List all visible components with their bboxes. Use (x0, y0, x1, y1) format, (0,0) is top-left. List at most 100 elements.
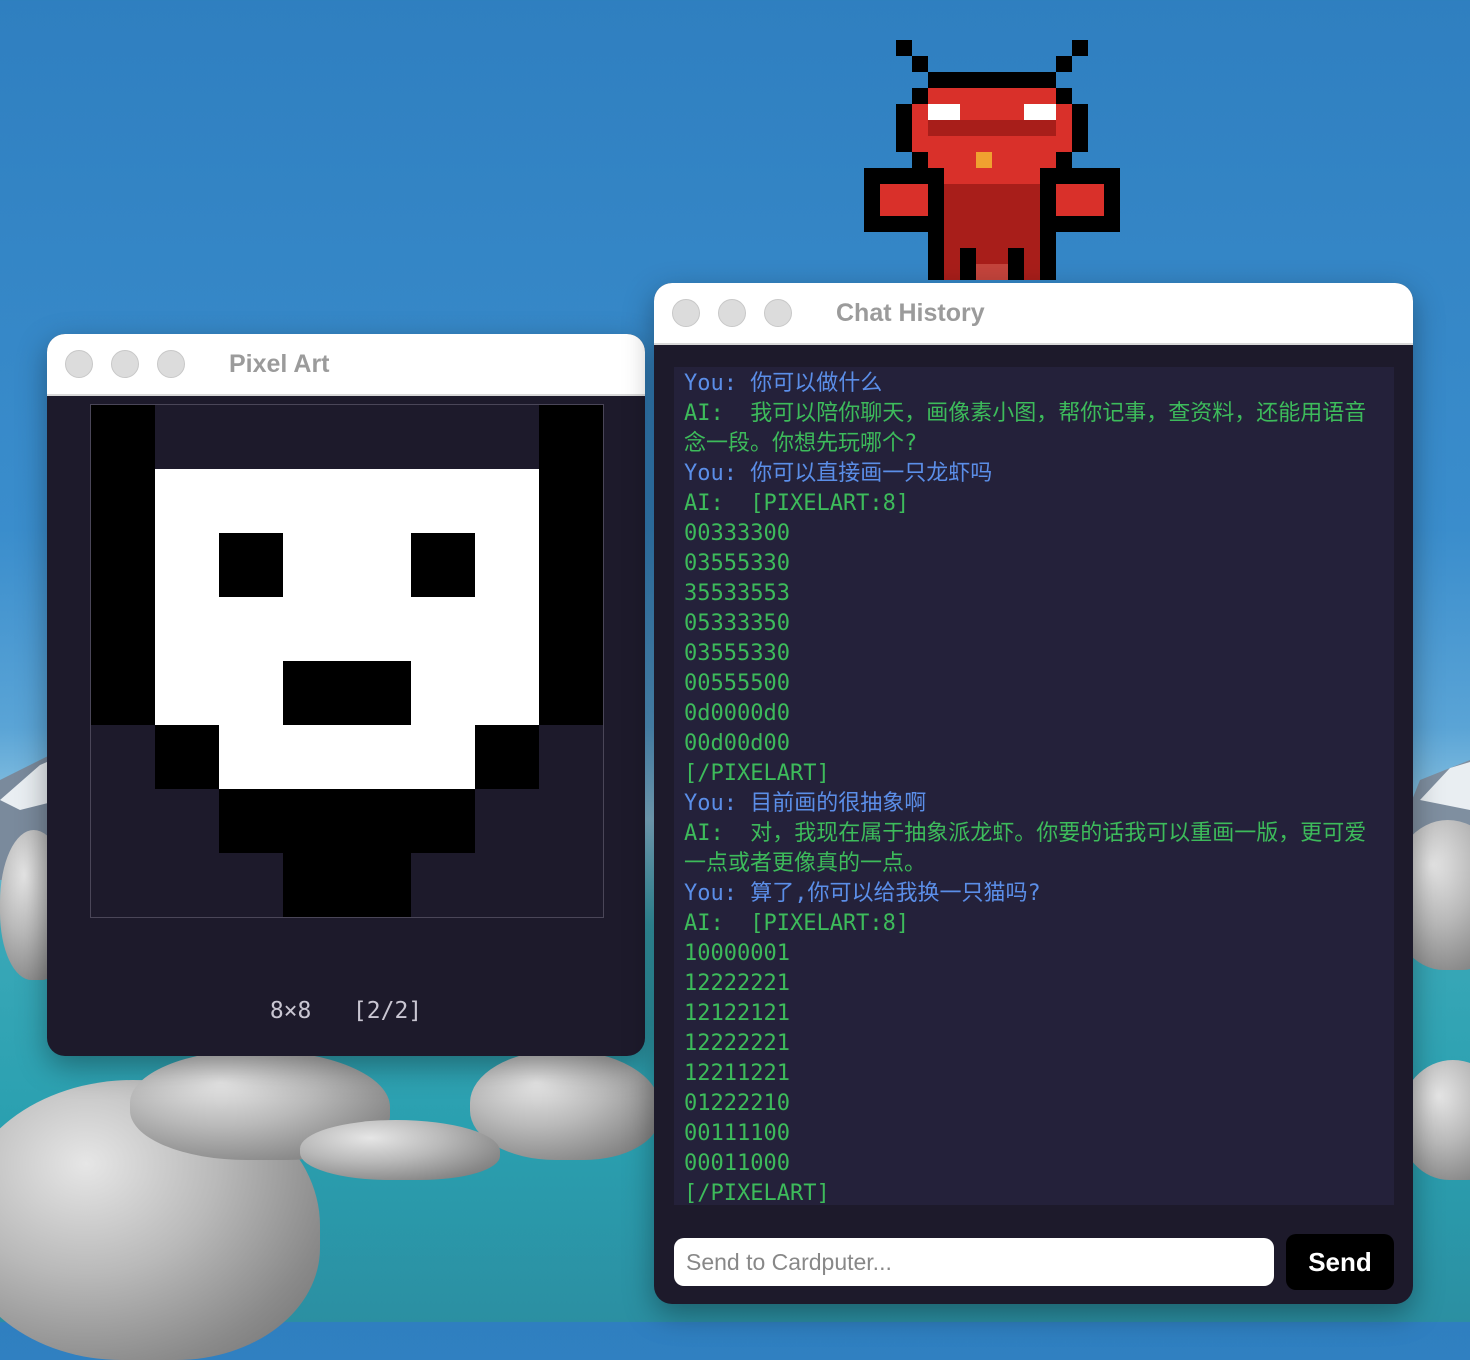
lobster-mascot-sprite[interactable] (864, 40, 1120, 280)
sprite-pixel (1088, 40, 1104, 56)
sprite-pixel (880, 216, 896, 232)
sprite-pixel (992, 232, 1008, 248)
pixel-cell (347, 405, 411, 469)
pixel-cell (91, 533, 155, 597)
sprite-pixel (976, 200, 992, 216)
sprite-pixel (944, 56, 960, 72)
sprite-pixel (928, 40, 944, 56)
sprite-pixel (1072, 168, 1088, 184)
sprite-pixel (1040, 168, 1056, 184)
sprite-pixel (1088, 248, 1104, 264)
sprite-pixel (960, 232, 976, 248)
pixel-cell (219, 405, 283, 469)
sprite-pixel (896, 232, 912, 248)
sprite-pixel (1072, 184, 1088, 200)
sprite-pixel (1024, 184, 1040, 200)
user-message: You: 目前画的很抽象啊 (684, 791, 927, 816)
ai-message: [/PIXELART] (684, 1181, 830, 1205)
minimize-button[interactable] (718, 299, 746, 327)
sprite-pixel (880, 168, 896, 184)
grid-size-label: 8×8 (269, 998, 312, 1024)
sprite-pixel (912, 120, 928, 136)
sprite-pixel (1008, 216, 1024, 232)
sprite-pixel (960, 40, 976, 56)
sprite-pixel (896, 184, 912, 200)
pixel-cell (155, 597, 219, 661)
sprite-pixel (1040, 184, 1056, 200)
sprite-pixel (1056, 216, 1072, 232)
zoom-button[interactable] (157, 350, 185, 378)
pixel-cell (283, 597, 347, 661)
sprite-pixel (976, 40, 992, 56)
pixel-cell (347, 853, 411, 917)
sprite-pixel (944, 120, 960, 136)
sprite-pixel (880, 88, 896, 104)
sprite-pixel (912, 56, 928, 72)
sprite-pixel (880, 136, 896, 152)
sprite-pixel (928, 72, 944, 88)
message-input[interactable] (674, 1238, 1274, 1286)
sprite-pixel (928, 168, 944, 184)
pixel-cell (155, 789, 219, 853)
chat-history-window[interactable]: Chat History You: 你可以做什么 AI: 我可以陪你聊天，画像素小… (654, 283, 1413, 1304)
sprite-pixel (896, 88, 912, 104)
pixel-cell (91, 853, 155, 917)
sprite-pixel (992, 216, 1008, 232)
pixel-cell (411, 853, 475, 917)
window-title: Chat History (836, 298, 985, 327)
ai-message: 00011000 (684, 1151, 790, 1176)
sprite-pixel (912, 40, 928, 56)
sprite-pixel (1056, 40, 1072, 56)
sprite-pixel (944, 232, 960, 248)
sprite-pixel (896, 56, 912, 72)
sprite-pixel (1040, 40, 1056, 56)
pixel-cell (155, 853, 219, 917)
pixel-cell (91, 661, 155, 725)
sprite-pixel (1088, 216, 1104, 232)
sprite-pixel (1072, 72, 1088, 88)
pixel-art-window[interactable]: Pixel Art 8×8 [2/2] (47, 334, 645, 1056)
sprite-pixel (976, 72, 992, 88)
pixel-cell (219, 789, 283, 853)
ai-message: 35533553 (684, 581, 790, 606)
sprite-pixel (1040, 56, 1056, 72)
pixel-cell (475, 725, 539, 789)
pixel-cell (155, 725, 219, 789)
chat-log[interactable]: You: 你可以做什么 AI: 我可以陪你聊天，画像素小图，帮你记事，查资料，还能… (674, 367, 1394, 1205)
minimize-button[interactable] (111, 350, 139, 378)
sprite-pixel (1104, 184, 1120, 200)
sprite-pixel (928, 56, 944, 72)
sprite-pixel (1040, 120, 1056, 136)
send-button[interactable]: Send (1286, 1234, 1394, 1290)
sprite-pixel (1072, 120, 1088, 136)
sprite-pixel (880, 200, 896, 216)
sprite-pixel (912, 136, 928, 152)
sprite-pixel (1024, 152, 1040, 168)
pixel-art-titlebar[interactable]: Pixel Art (47, 334, 645, 396)
sprite-pixel (960, 120, 976, 136)
sprite-pixel (1024, 88, 1040, 104)
sprite-pixel (864, 104, 880, 120)
pixel-cell (219, 597, 283, 661)
sprite-pixel (1008, 264, 1024, 280)
sprite-pixel (1072, 104, 1088, 120)
sprite-pixel (928, 248, 944, 264)
pixel-cell (91, 469, 155, 533)
sprite-pixel (960, 56, 976, 72)
close-button[interactable] (65, 350, 93, 378)
sprite-pixel (992, 264, 1008, 280)
sprite-pixel (1088, 136, 1104, 152)
sprite-pixel (976, 184, 992, 200)
sprite-pixel (1024, 168, 1040, 184)
chat-titlebar[interactable]: Chat History (654, 283, 1413, 345)
ai-message: AI: [PIXELART:8] (684, 911, 910, 936)
sprite-pixel (912, 232, 928, 248)
sprite-pixel (896, 152, 912, 168)
pixel-cell (347, 469, 411, 533)
boulder (300, 1120, 500, 1180)
zoom-button[interactable] (764, 299, 792, 327)
close-button[interactable] (672, 299, 700, 327)
sprite-pixel (1008, 88, 1024, 104)
sprite-pixel (944, 72, 960, 88)
pixel-cell (283, 405, 347, 469)
